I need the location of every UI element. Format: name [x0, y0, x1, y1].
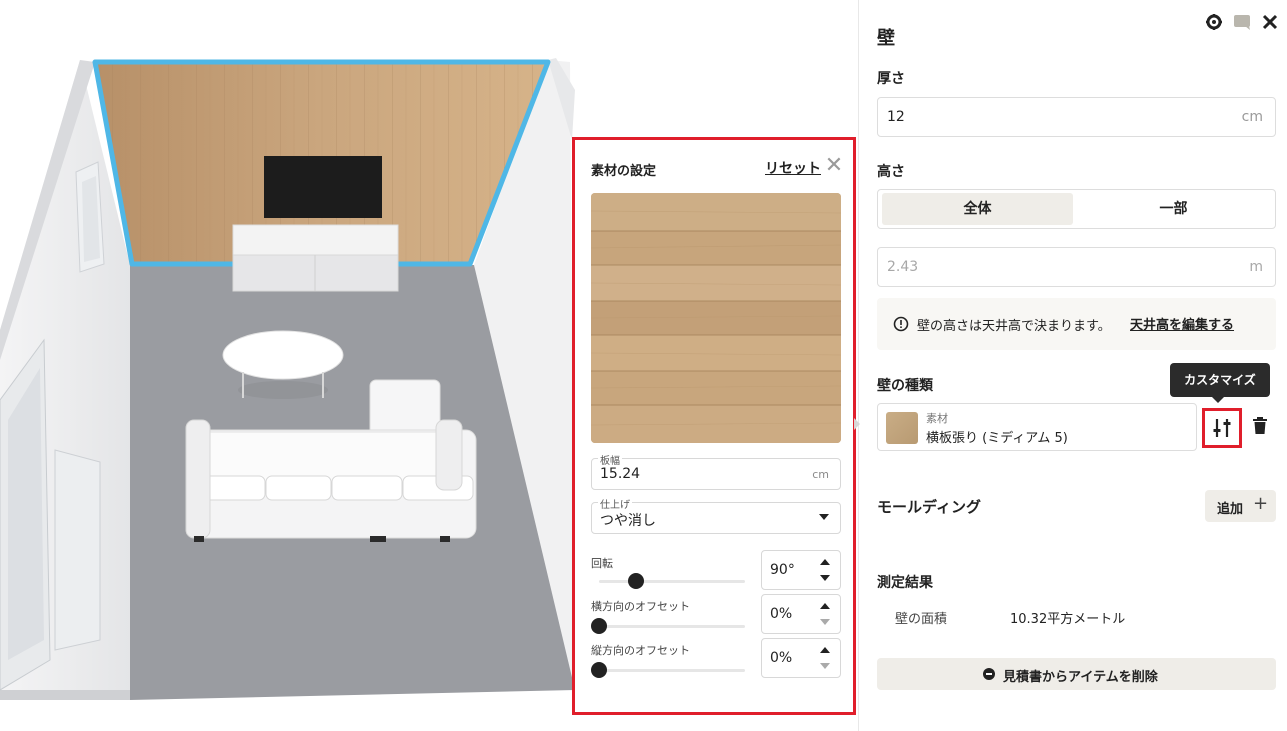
material-value: 横板張り (ミディアム 5) — [926, 431, 1068, 446]
vertical-offset-label: 縦方向のオフセット — [591, 644, 690, 657]
close-icon[interactable]: ✕ — [823, 155, 845, 177]
horizontal-offset-slider-thumb[interactable] — [591, 618, 607, 634]
thickness-label: 厚さ — [877, 71, 905, 87]
height-option-partial[interactable]: 一部 — [1078, 193, 1269, 225]
reset-link[interactable]: リセット — [765, 158, 821, 178]
increment-icon[interactable] — [820, 603, 830, 609]
chevron-down-icon[interactable] — [819, 514, 829, 520]
add-molding-button[interactable]: 追加 + — [1205, 490, 1276, 522]
board-width-label: 板幅 — [598, 452, 622, 467]
wall-area-label: 壁の面積 — [895, 612, 948, 627]
vertical-offset-slider[interactable] — [591, 662, 745, 678]
rotation-stepper[interactable]: 90° — [761, 550, 841, 590]
vertical-offset-stepper[interactable]: 0% — [761, 638, 841, 678]
material-texture-preview — [591, 193, 841, 443]
vertical-offset-value[interactable]: 0% — [770, 650, 792, 666]
customize-button[interactable] — [1202, 408, 1242, 448]
remove-label: 見積書からアイテムを削除 — [1003, 670, 1158, 685]
horizontal-offset-label: 横方向のオフセット — [591, 600, 690, 613]
board-width-field[interactable]: 板幅 15.24 cm — [591, 452, 841, 490]
rotation-slider-thumb[interactable] — [627, 573, 644, 589]
molding-label: モールディング — [877, 498, 981, 516]
decrement-icon[interactable] — [820, 663, 830, 669]
edit-ceiling-height-link[interactable]: 天井高を編集する — [1130, 314, 1234, 333]
horizontal-offset-stepper[interactable]: 0% — [761, 594, 841, 634]
decrement-icon[interactable] — [820, 619, 830, 625]
wall-area-value: 10.32平方メートル — [1010, 612, 1126, 627]
finish-value[interactable]: つや消し — [600, 510, 656, 530]
gear-icon[interactable] — [1205, 13, 1223, 31]
panel-toolbar — [1205, 13, 1285, 33]
increment-icon[interactable] — [820, 647, 830, 653]
height-value: 2.43 — [887, 259, 919, 275]
height-input: 2.43 m — [877, 247, 1276, 287]
finish-label: 仕上げ — [598, 496, 632, 511]
rotation-label: 回転 — [591, 557, 613, 570]
info-text: 壁の高さは天井高で決まります。 — [917, 319, 1111, 334]
material-panel-title: 素材の設定 — [591, 164, 657, 179]
thickness-value[interactable]: 12 — [887, 109, 905, 125]
minus-circle-icon — [983, 668, 995, 680]
measurement-label: 測定結果 — [877, 575, 933, 591]
thickness-unit: cm — [1241, 109, 1263, 125]
trash-icon[interactable] — [1252, 417, 1268, 435]
comment-icon[interactable] — [1233, 13, 1251, 31]
add-label: 追加 — [1217, 502, 1244, 517]
material-label: 素材 — [926, 412, 948, 425]
remove-from-estimate-button[interactable]: 見積書からアイテムを削除 — [877, 658, 1276, 690]
horizontal-offset-slider[interactable] — [591, 618, 745, 634]
rotation-slider[interactable] — [599, 573, 745, 589]
decrement-icon[interactable] — [820, 575, 830, 581]
panel-title: 壁 — [877, 28, 895, 49]
thickness-input[interactable]: 12 cm — [877, 97, 1276, 137]
height-label: 高さ — [877, 164, 905, 180]
customize-tooltip: カスタマイズ — [1170, 363, 1270, 403]
close-icon[interactable] — [1261, 13, 1279, 31]
tv-stand[interactable] — [232, 224, 399, 256]
material-panel-header: 素材の設定 リセット ✕ — [591, 155, 843, 180]
height-option-full[interactable]: 全体 — [882, 193, 1073, 225]
sliders-icon — [1213, 419, 1231, 437]
rotation-value[interactable]: 90° — [770, 562, 795, 578]
finish-select[interactable]: 仕上げ つや消し — [591, 496, 841, 534]
increment-icon[interactable] — [820, 559, 830, 565]
height-mode-toggle[interactable]: 全体 一部 — [877, 189, 1276, 229]
height-info-box: 壁の高さは天井高で決まります。 天井高を編集する — [877, 298, 1276, 350]
plus-icon: + — [1253, 493, 1269, 514]
board-width-value[interactable]: 15.24 — [600, 466, 640, 482]
wall-type-label: 壁の種類 — [877, 378, 933, 394]
coffee-table[interactable] — [222, 330, 344, 380]
wall-material-selector[interactable]: 素材 横板張り (ミディアム 5) — [877, 403, 1197, 451]
material-swatch — [886, 412, 918, 444]
collapse-arrow-icon[interactable] — [854, 418, 860, 430]
vertical-offset-slider-thumb[interactable] — [591, 662, 607, 678]
properties-panel: 壁 厚さ 12 cm 高さ 全体 一部 2.43 m 壁の高さは天井高で決まりま… — [854, 0, 1287, 731]
info-icon — [893, 316, 909, 332]
horizontal-offset-value[interactable]: 0% — [770, 606, 792, 622]
height-unit: m — [1249, 259, 1263, 275]
board-width-unit: cm — [812, 468, 829, 481]
material-settings-panel: 素材の設定 リセット ✕ 板幅 15.24 cm 仕上げ つや消し 回転 90°… — [572, 137, 856, 715]
tv[interactable] — [264, 156, 382, 218]
